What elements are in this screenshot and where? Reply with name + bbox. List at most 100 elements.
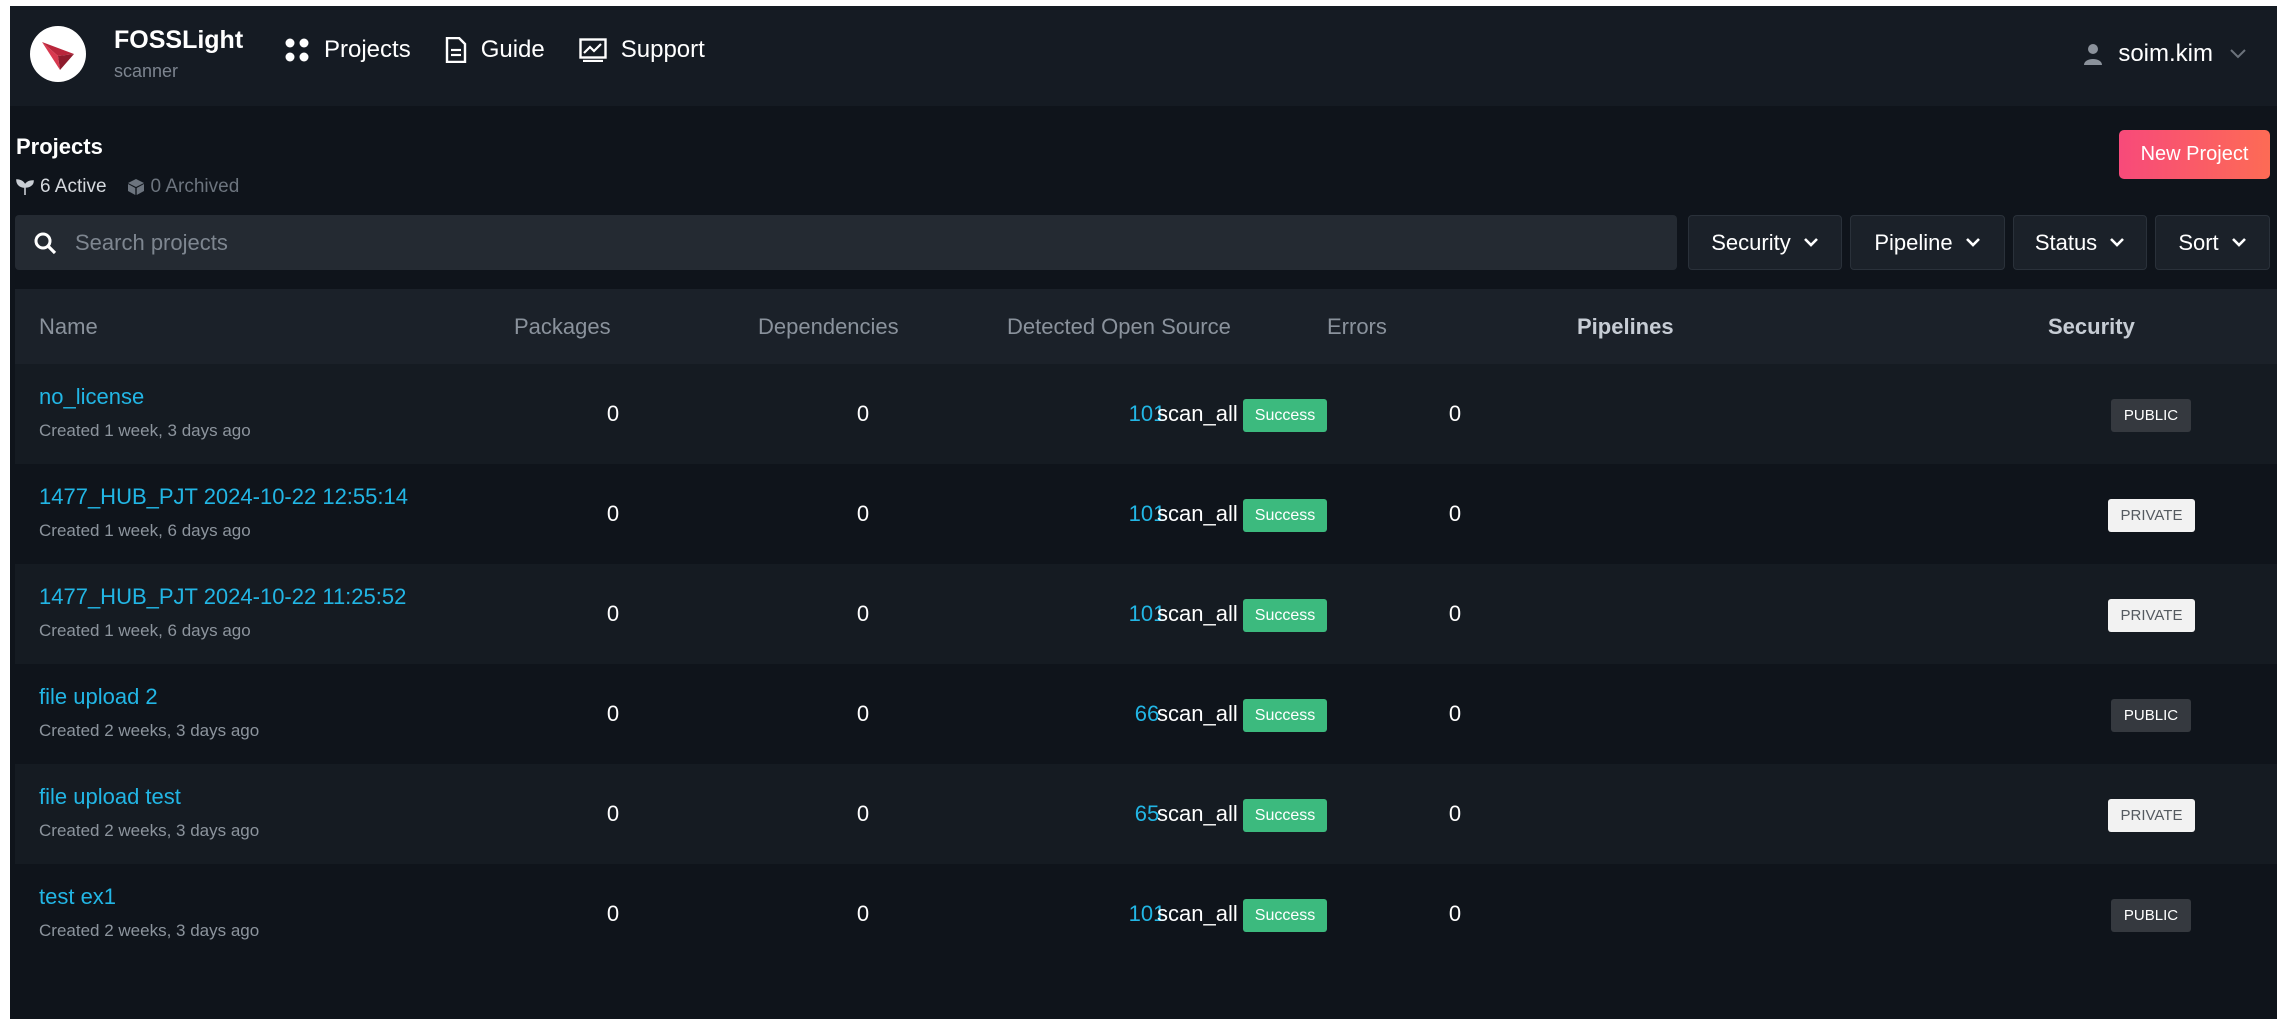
table-row[interactable]: 1477_HUB_PJT 2024-10-22 12:55:14 Created… (15, 464, 2277, 564)
visibility-badge: PUBLIC (2111, 699, 2191, 732)
active-count-label: 6 Active (40, 176, 107, 197)
nav-projects-label: Projects (324, 36, 411, 63)
project-created: Created 1 week, 6 days ago (39, 621, 251, 640)
archived-count[interactable]: 0 Archived (127, 176, 240, 198)
column-header-dependencies[interactable]: Dependencies (758, 289, 899, 364)
table-row[interactable]: file upload 2 Created 2 weeks, 3 days ag… (15, 664, 2277, 764)
project-created: Created 1 week, 3 days ago (39, 421, 251, 440)
dependencies-count: 0 (856, 401, 870, 426)
sort-button[interactable]: Sort (2155, 215, 2270, 270)
table-row[interactable]: file upload test Created 2 weeks, 3 days… (15, 764, 2277, 864)
column-header-errors[interactable]: Errors (1327, 289, 1387, 364)
chevron-down-icon (2231, 238, 2246, 247)
search-icon (34, 232, 57, 254)
pipeline-status-badge[interactable]: Success (1243, 799, 1327, 832)
brand-subtitle: scanner (114, 61, 179, 81)
page-title: Projects (16, 134, 103, 159)
table-row[interactable]: test ex1 Created 2 weeks, 3 days ago 0 0… (15, 864, 2277, 964)
column-header-security: Security (2048, 313, 2135, 339)
packages-count: 0 (606, 501, 620, 526)
project-name-link[interactable]: no_license (39, 384, 144, 410)
nav-guide-label: Guide (480, 36, 545, 63)
project-created: Created 1 week, 6 days ago (39, 521, 251, 540)
packages-count: 0 (606, 801, 620, 826)
pipeline-filter-button[interactable]: Pipeline (1850, 215, 2005, 270)
pipeline-name[interactable]: scan_all (1157, 764, 1238, 864)
errors-count: 0 (1448, 901, 1462, 926)
chevron-down-icon (1965, 238, 1980, 247)
pipeline-name[interactable]: scan_all (1157, 364, 1238, 464)
pipeline-name[interactable]: scan_all (1157, 664, 1238, 764)
project-counts: 6 Active 0 Archived (16, 176, 239, 198)
visibility-badge: PRIVATE (2108, 799, 2195, 832)
packages-count: 0 (606, 601, 620, 626)
chart-window-icon (579, 38, 607, 62)
search-input[interactable] (73, 228, 1577, 257)
top-navigation-bar: FOSSLight scanner Projects Guide Support… (10, 6, 2277, 106)
sprout-icon (16, 179, 34, 195)
errors-count: 0 (1448, 801, 1462, 826)
dependencies-count: 0 (856, 501, 870, 526)
project-created: Created 2 weeks, 3 days ago (39, 821, 260, 840)
fosslight-logo[interactable] (30, 26, 86, 82)
user-menu[interactable]: soim.kim (2084, 40, 2247, 68)
packages-count: 0 (606, 901, 620, 926)
errors-count: 0 (1448, 601, 1462, 626)
nav-support-label: Support (620, 36, 705, 63)
sort-label: Sort (2178, 229, 2219, 255)
project-created: Created 2 weeks, 3 days ago (39, 921, 260, 940)
chevron-down-icon (2110, 238, 2125, 247)
packages-count: 0 (606, 401, 620, 426)
pipeline-name[interactable]: scan_all (1157, 564, 1238, 664)
nav-projects[interactable]: Projects (284, 36, 411, 64)
dependencies-count: 0 (856, 701, 870, 726)
archived-count-label: 0 Archived (150, 176, 240, 197)
new-project-button[interactable]: New Project (2119, 130, 2270, 179)
search-bar (15, 215, 1677, 270)
status-filter-label: Status (2034, 229, 2098, 255)
brand-name: FOSSLight (114, 26, 244, 54)
project-name-link[interactable]: file upload 2 (39, 684, 158, 710)
pipeline-name[interactable]: scan_all (1157, 464, 1238, 564)
box-icon (127, 179, 144, 195)
errors-count: 0 (1448, 501, 1462, 526)
logo-icon (42, 42, 74, 70)
project-name-link[interactable]: test ex1 (39, 884, 116, 910)
pipeline-status-badge[interactable]: Success (1243, 899, 1327, 932)
errors-count: 0 (1448, 701, 1462, 726)
nav-support[interactable]: Support (579, 36, 705, 64)
column-header-detected-open-source[interactable]: Detected Open Source (1007, 289, 1231, 364)
main-nav: Projects Guide Support (284, 36, 705, 64)
column-header-name[interactable]: Name (39, 289, 98, 364)
visibility-badge: PRIVATE (2108, 599, 2195, 632)
project-name-link[interactable]: 1477_HUB_PJT 2024-10-22 11:25:52 (39, 584, 406, 610)
chevron-down-icon (2230, 49, 2246, 59)
dots-grid-icon (285, 38, 309, 62)
project-name-link[interactable]: file upload test (39, 784, 181, 810)
pipeline-status-badge[interactable]: Success (1243, 599, 1327, 632)
pipeline-status-badge[interactable]: Success (1243, 399, 1327, 432)
errors-count: 0 (1448, 401, 1462, 426)
chevron-down-icon (1803, 238, 1818, 247)
nav-guide[interactable]: Guide (445, 36, 545, 64)
user-icon (2084, 44, 2103, 65)
pipeline-status-badge[interactable]: Success (1243, 499, 1327, 532)
column-header-packages[interactable]: Packages (514, 289, 611, 364)
brand: FOSSLight scanner (114, 26, 243, 82)
user-name: soim.kim (2118, 40, 2213, 67)
visibility-badge: PUBLIC (2111, 899, 2191, 932)
packages-count: 0 (606, 701, 620, 726)
table-row[interactable]: no_license Created 1 week, 3 days ago 0 … (15, 364, 2277, 464)
pipeline-filter-label: Pipeline (1874, 229, 1953, 255)
project-created: Created 2 weeks, 3 days ago (39, 721, 260, 740)
table-row[interactable]: 1477_HUB_PJT 2024-10-22 11:25:52 Created… (15, 564, 2277, 664)
document-icon (445, 37, 466, 63)
security-filter-button[interactable]: Security (1688, 215, 1842, 270)
active-count[interactable]: 6 Active (16, 176, 107, 198)
status-filter-button[interactable]: Status (2013, 215, 2147, 270)
visibility-badge: PUBLIC (2111, 399, 2191, 432)
pipeline-status-badge[interactable]: Success (1243, 699, 1327, 732)
pipeline-name[interactable]: scan_all (1157, 864, 1238, 964)
visibility-badge: PRIVATE (2108, 499, 2195, 532)
project-name-link[interactable]: 1477_HUB_PJT 2024-10-22 12:55:14 (39, 484, 408, 510)
